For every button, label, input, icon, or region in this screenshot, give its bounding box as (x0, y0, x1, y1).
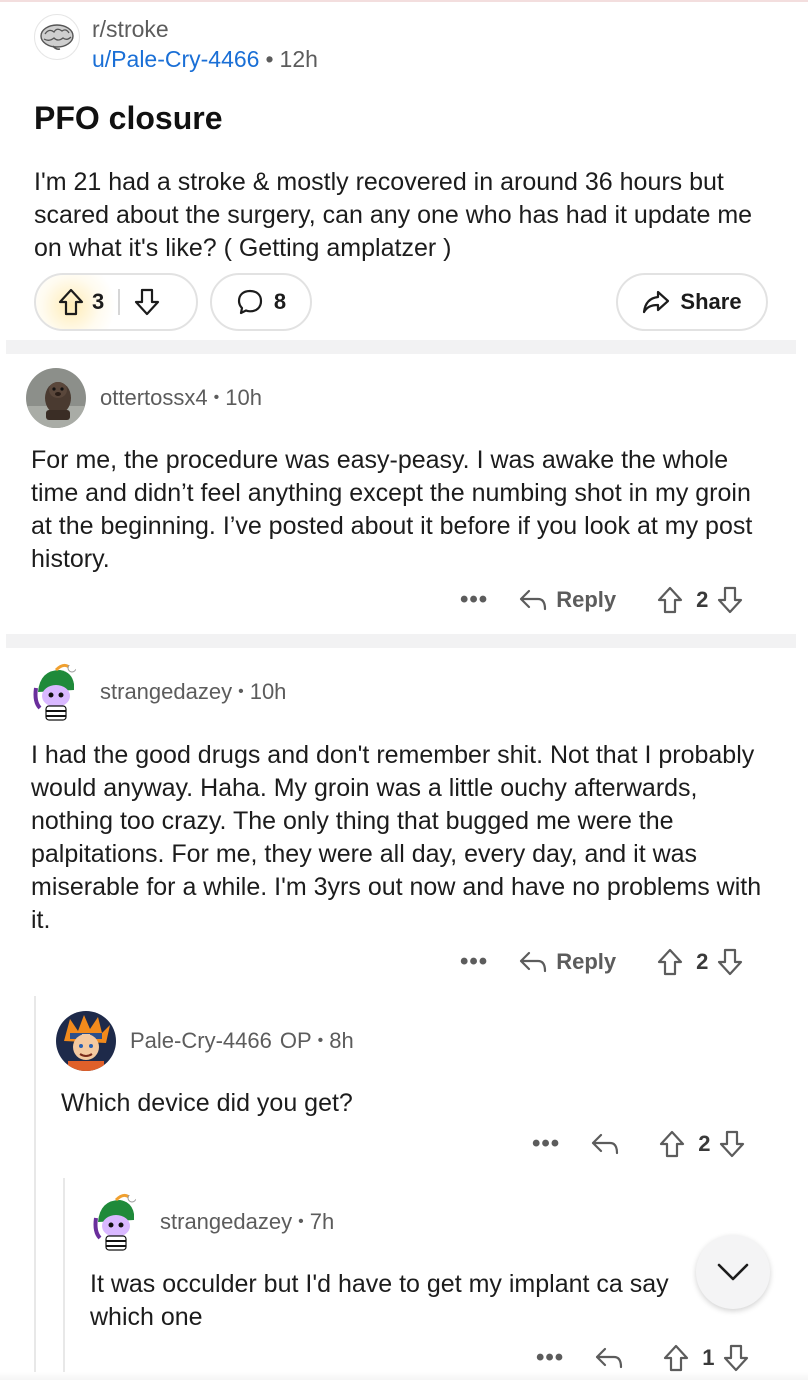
share-arrow-icon (643, 290, 670, 314)
reply-label: Reply (556, 949, 617, 974)
reply-arrow-icon (520, 589, 547, 611)
more-options-button[interactable]: ••• (536, 1344, 564, 1372)
comment-vote-count: 2 (696, 949, 709, 974)
comment-vote-count: 1 (702, 1345, 715, 1370)
anime-avatar-icon (56, 1011, 116, 1071)
comment-header: strangedazey • 10h (26, 662, 286, 722)
post-vote-count: 3 (92, 289, 105, 314)
top-border (0, 0, 808, 2)
separator-dot: • (298, 1213, 304, 1230)
avatar[interactable] (26, 662, 86, 722)
thread-line[interactable] (63, 1178, 65, 1380)
comment-author[interactable]: Pale-Cry-4466 (130, 1028, 272, 1054)
comment-actions: ••• Reply 2 (460, 948, 744, 976)
comment-text: I had the good drugs and don't remember … (31, 741, 762, 934)
chevron-down-icon (717, 1263, 749, 1281)
comment-vote-count: 2 (696, 587, 709, 612)
downvote-icon[interactable] (716, 586, 744, 614)
comment-time: 10h (249, 679, 287, 704)
section-divider (6, 340, 796, 354)
section-divider (6, 634, 796, 648)
comment-author[interactable]: strangedazey (160, 1209, 292, 1235)
reply-button[interactable]: Reply (518, 587, 616, 613)
comment-time: 10h (225, 385, 262, 410)
post-header: r/stroke u/Pale-Cry-4466 • 12h (34, 14, 318, 74)
speech-bubble-icon (237, 289, 262, 315)
post-body: I'm 21 had a stroke & mostly recovered i… (34, 168, 753, 262)
comment-header: ottertossx4 • 10h (26, 368, 262, 428)
vote-separator (118, 289, 121, 315)
downvote-icon[interactable] (134, 288, 160, 316)
snoo-avatar-icon (86, 1192, 146, 1252)
comment-text: It was occulder but I'd have to get my i… (90, 1270, 669, 1331)
comment-author[interactable]: strangedazey (100, 679, 232, 705)
comment-text: Which device did you get? (61, 1089, 353, 1117)
downvote-icon[interactable] (722, 1344, 750, 1372)
upvote-icon[interactable] (58, 288, 84, 316)
comment-actions: ••• Reply 2 (460, 586, 744, 614)
reply-arrow-icon[interactable] (594, 1346, 624, 1370)
upvote-icon[interactable] (662, 1344, 690, 1372)
subreddit-name[interactable]: r/stroke (92, 14, 318, 44)
comment-actions: ••• 1 (536, 1344, 750, 1372)
op-badge: OP (279, 1028, 312, 1053)
downvote-icon[interactable] (718, 1130, 746, 1158)
comment-text: For me, the procedure was easy-peasy. I … (31, 446, 753, 573)
comment-vote-count: 2 (698, 1131, 711, 1156)
avatar[interactable] (86, 1192, 146, 1252)
more-options-button[interactable]: ••• (532, 1130, 560, 1158)
upvote-icon[interactable] (658, 1130, 686, 1158)
separator-dot: • (317, 1032, 324, 1049)
comment-time: 7h (309, 1209, 335, 1234)
subreddit-avatar[interactable] (34, 14, 80, 60)
separator-dot: • (265, 46, 274, 72)
thread-line[interactable] (34, 996, 36, 1380)
post-time: 12h (279, 46, 318, 72)
avatar[interactable] (26, 368, 86, 428)
separator-dot: • (213, 389, 220, 406)
comment-time: 8h (329, 1028, 354, 1053)
otter-avatar-icon (26, 368, 86, 428)
upvote-icon[interactable] (656, 948, 684, 976)
reply-arrow-icon[interactable] (590, 1132, 620, 1156)
post-vote-pill: 3 (34, 273, 198, 331)
snoo-avatar-icon (26, 662, 86, 722)
avatar[interactable] (56, 1011, 116, 1071)
bottom-fade (0, 1372, 808, 1380)
comments-button[interactable]: 8 (210, 273, 312, 331)
brain-icon (40, 24, 74, 50)
comment-header: Pale-Cry-4466 OP • 8h (56, 1011, 354, 1071)
share-label: Share (680, 289, 742, 314)
separator-dot: • (238, 683, 244, 700)
upvote-icon[interactable] (656, 586, 684, 614)
more-options-button[interactable]: ••• (460, 948, 488, 976)
reply-button[interactable]: Reply (518, 949, 616, 975)
comment-header: strangedazey • 7h (86, 1192, 334, 1252)
comment-actions: ••• 2 (532, 1130, 746, 1158)
post-title: PFO closure (34, 100, 223, 136)
post-author[interactable]: u/Pale-Cry-4466 (92, 46, 259, 72)
downvote-icon[interactable] (716, 948, 744, 976)
scroll-next-comment-button[interactable] (696, 1235, 770, 1309)
more-options-button[interactable]: ••• (460, 586, 488, 614)
share-button[interactable]: Share (616, 273, 768, 331)
reply-label: Reply (556, 587, 617, 612)
comments-count: 8 (273, 289, 287, 314)
reply-arrow-icon (520, 951, 547, 973)
comment-author[interactable]: ottertossx4 (100, 385, 208, 411)
